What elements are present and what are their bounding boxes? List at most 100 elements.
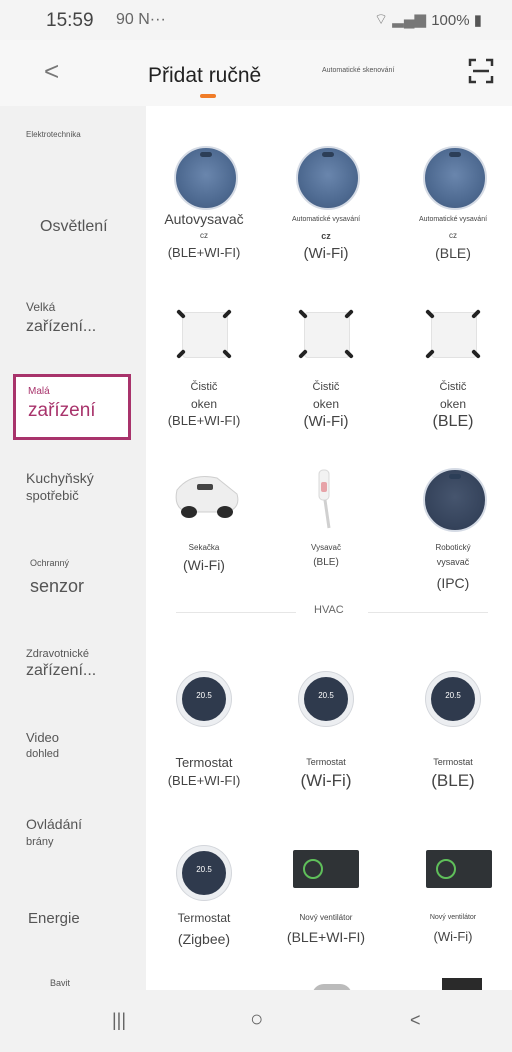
device-protocol: (BLE+WI-FI)	[167, 773, 241, 788]
sidebar-item-label: Osvětlení	[40, 218, 108, 235]
device-stick-vacuum-ble[interactable]: Vysavač (BLE)	[271, 468, 381, 598]
auto-scan-tab[interactable]: Automatické skenování	[322, 67, 394, 74]
sidebar-item-video-surveillance[interactable]: Video dohled	[0, 726, 146, 766]
device-robot-vacuum-ble-wifi[interactable]: Autovysavač cz (BLE+WI-FI)	[149, 146, 259, 276]
category-sidebar: Elektrotechnika Osvětlení Velká zařízení…	[0, 106, 146, 990]
sidebar-item-entertainment[interactable]: Bavit	[0, 978, 146, 990]
page-title: Přidat ručně	[148, 64, 262, 87]
sidebar-item-label-1: Zdravotnické	[26, 648, 89, 660]
device-protocol: (BLE+WI-FI)	[286, 929, 366, 945]
robot-vacuum-icon	[174, 146, 238, 210]
robot-vacuum-icon	[296, 146, 360, 210]
sidebar-item-kitchen-appliance[interactable]: Kuchyňský spotřebič	[0, 470, 146, 510]
sidebar-item-label: Elektrotechnika	[26, 130, 81, 139]
device-thermostat-zigbee[interactable]: 20.5 Termostat (Zigbee)	[149, 846, 259, 976]
sidebar-item-label-2: senzor	[30, 576, 85, 596]
device-name: Sekačka	[188, 543, 220, 552]
device-protocol: (BLE+WI-FI)	[167, 245, 241, 260]
sidebar-item-label-2: dohled	[26, 748, 60, 760]
device-name: Automatické vysavání	[418, 216, 488, 223]
sidebar-item-label-2: spotřebič	[26, 488, 79, 503]
device-window-cleaner-ble[interactable]: Čistič oken (BLE)	[398, 306, 508, 436]
device-protocol: (Wi-Fi)	[303, 413, 349, 430]
device-protocol: (Wi-Fi)	[303, 245, 349, 262]
device-thermostat-wifi[interactable]: 20.5 Termostat (Wi-Fi)	[271, 672, 381, 802]
device-robot-vacuum-wifi[interactable]: Automatické vysavání cz (Wi-Fi)	[271, 146, 381, 276]
device-grid: Autovysavač cz (BLE+WI-FI) Automatické v…	[146, 106, 512, 990]
device-region: cz	[449, 231, 457, 240]
sidebar-item-label-1: Ochranný	[30, 558, 70, 568]
sidebar-item-small-appliances[interactable]: Malá zařízení	[0, 384, 146, 434]
device-ventilator-ble-wifi[interactable]: Nový ventilátor (BLE+WI-FI)	[271, 846, 381, 976]
device-protocol: (BLE+WI-FI)	[167, 413, 241, 428]
device-window-cleaner-wifi[interactable]: Čistič oken (Wi-Fi)	[271, 306, 381, 436]
robot-vacuum-camera-icon	[423, 468, 487, 532]
sidebar-item-label: Bavit	[50, 978, 71, 988]
device-protocol: (Zigbee)	[177, 931, 231, 947]
sidebar-item-health-devices[interactable]: Zdravotnické zařízení...	[0, 644, 146, 694]
device-name: Čistič	[439, 381, 467, 393]
robot-vacuum-icon	[423, 146, 487, 210]
thermostat-display: 20.5	[445, 691, 461, 700]
stick-vacuum-icon	[318, 469, 331, 529]
device-name: Nový ventilátor	[299, 913, 353, 922]
window-cleaner-icon	[425, 306, 481, 362]
device-robot-vacuum-ipc[interactable]: Robotický vysavač (IPC)	[398, 468, 508, 598]
scan-icon[interactable]	[468, 58, 494, 84]
device-protocol: (Wi-Fi)	[183, 557, 225, 573]
device-protocol: (IPC)	[436, 575, 470, 591]
device-thermostat-ble-wifi[interactable]: 20.5 Termostat (BLE+WI-FI)	[149, 672, 259, 802]
lawn-mower-icon	[175, 476, 239, 518]
status-bar: 15:59 90 N··· ⌔ ▂▄▆ 100% ▮	[0, 0, 512, 40]
sidebar-item-label-1: Malá	[28, 386, 50, 397]
device-protocol: (BLE)	[432, 413, 474, 430]
device-name: Termostat	[306, 757, 346, 767]
sidebar-item-label-1: Velká	[26, 300, 56, 314]
thermostat-icon: 20.5	[177, 672, 231, 726]
back-nav-button[interactable]: <	[410, 1010, 421, 1031]
sidebar-item-lighting[interactable]: Osvětlení	[0, 216, 146, 246]
partial-device-icon	[442, 978, 482, 990]
back-button[interactable]: <	[44, 56, 59, 87]
sidebar-item-gate-control[interactable]: Ovládání brány	[0, 812, 146, 852]
header: < Přidat ručně Automatické skenování	[0, 40, 512, 106]
sidebar-item-label-2: zařízení...	[26, 318, 97, 335]
sidebar-item-security-sensor[interactable]: Ochranný senzor	[0, 558, 146, 608]
device-protocol: (Wi-Fi)	[300, 771, 352, 790]
device-name: Termostat	[175, 755, 233, 770]
device-name: Termostat	[177, 911, 231, 925]
sidebar-item-label: Energie	[28, 910, 80, 927]
device-protocol: (BLE)	[435, 245, 471, 261]
device-name-2: oken	[312, 397, 340, 411]
clock: 15:59	[46, 10, 94, 31]
device-lawn-mower-wifi[interactable]: Sekačka (Wi-Fi)	[149, 468, 259, 598]
thermostat-icon: 20.5	[426, 672, 480, 726]
sidebar-item-label-1: Video	[26, 730, 60, 745]
thermostat-display: 20.5	[196, 691, 212, 700]
device-ventilator-wifi[interactable]: Nový ventilátor (Wi-Fi)	[398, 846, 508, 976]
sidebar-item-large-appliances[interactable]: Velká zařízení...	[0, 300, 146, 350]
device-window-cleaner-ble-wifi[interactable]: Čistič oken (BLE+WI-FI)	[149, 306, 259, 436]
device-robot-vacuum-ble[interactable]: Automatické vysavání cz (BLE)	[398, 146, 508, 276]
device-name: Termostat	[433, 757, 473, 767]
device-name-2: oken	[439, 397, 467, 411]
thermostat-display: 20.5	[318, 691, 334, 700]
sidebar-item-electrical[interactable]: Elektrotechnika	[0, 130, 146, 170]
recents-button[interactable]: |||	[112, 1010, 126, 1031]
signal-icon: ⌔ ▂▄▆	[374, 11, 426, 28]
home-button[interactable]: ○	[250, 1006, 263, 1032]
sidebar-item-energy[interactable]: Energie	[0, 908, 146, 938]
device-name: Robotický	[435, 543, 471, 552]
device-thermostat-ble[interactable]: 20.5 Termostat (BLE)	[398, 672, 508, 802]
tab-indicator	[200, 94, 216, 98]
ventilator-icon	[426, 850, 492, 888]
thermostat-display: 20.5	[196, 865, 212, 874]
device-name: Autovysavač	[164, 211, 244, 227]
sidebar-item-label-2: brány	[26, 836, 54, 848]
device-name-2: oken	[190, 397, 218, 411]
thermostat-icon: 20.5	[177, 846, 231, 900]
window-cleaner-icon	[176, 306, 232, 362]
device-name: Nový ventilátor	[429, 914, 477, 921]
sidebar-item-label-2: zařízení	[28, 400, 96, 421]
sidebar-item-label-2: zařízení...	[26, 662, 97, 679]
